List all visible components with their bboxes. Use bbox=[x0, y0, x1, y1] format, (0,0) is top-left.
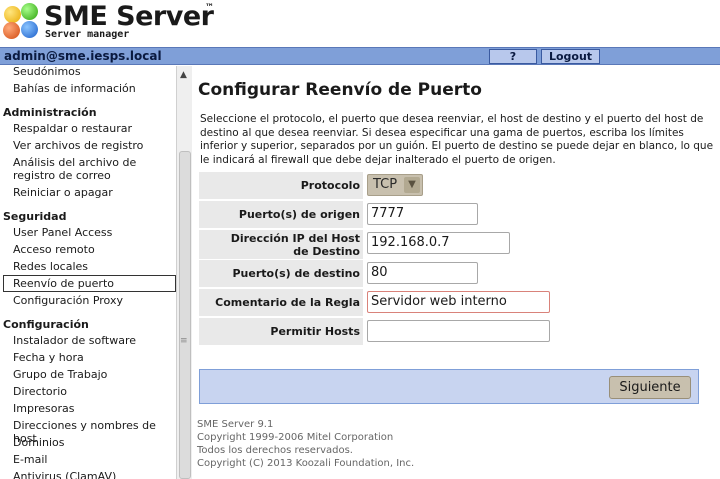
comment-label: Comentario de la Regla bbox=[215, 296, 360, 309]
sidebar-item-reenvio-puerto[interactable]: Reenvío de puerto bbox=[13, 277, 114, 290]
dest-port-label: Puerto(s) de destino bbox=[232, 267, 361, 280]
sidebar-item-dominios[interactable]: Dominios bbox=[13, 436, 64, 449]
allow-hosts-input[interactable] bbox=[367, 320, 550, 342]
source-port-label: Puerto(s) de origen bbox=[238, 208, 360, 221]
next-button[interactable]: Siguiente bbox=[609, 376, 691, 399]
dropdown-arrow-icon: ▼ bbox=[404, 177, 420, 193]
page-footer: SME Server 9.1 Copyright 1999-2006 Mitel… bbox=[197, 418, 414, 470]
sidebar-item-directorio[interactable]: Directorio bbox=[13, 385, 67, 398]
form-row-comment: Comentario de la Regla Servidor web inte… bbox=[199, 289, 712, 316]
sidebar-item-user-panel[interactable]: User Panel Access bbox=[13, 226, 112, 239]
main-content: Configurar Reenvío de Puerto Seleccione … bbox=[192, 66, 720, 479]
scrollbar-thumb[interactable] bbox=[179, 151, 191, 479]
sidebar-item-respaldar[interactable]: Respaldar o restaurar bbox=[13, 122, 132, 135]
dest-ip-label: Dirección IP del Host de Destino bbox=[230, 232, 360, 258]
logo-title: SME Server bbox=[44, 1, 214, 32]
form-row-dest-ip: Dirección IP del Host de Destino 192.168… bbox=[199, 230, 712, 259]
page-description: Seleccione el protocolo, el puerto que d… bbox=[200, 113, 714, 166]
form-row-dest-port: Puerto(s) de destino 80 bbox=[199, 260, 712, 287]
sidebar-item-ver-registros[interactable]: Ver archivos de registro bbox=[13, 139, 143, 152]
sidebar-section-administracion: Administración bbox=[3, 106, 97, 119]
sidebar-item-instalador[interactable]: Instalador de software bbox=[13, 334, 136, 347]
sme-logo-icon bbox=[2, 3, 42, 41]
submit-bar: Siguiente bbox=[199, 369, 699, 404]
scrollbar-grip-icon: ≡ bbox=[180, 336, 188, 346]
logout-button[interactable]: Logout bbox=[541, 49, 600, 64]
protocol-value: TCP bbox=[373, 177, 398, 192]
scroll-up-arrow-icon[interactable]: ▲ bbox=[180, 70, 187, 80]
comment-input[interactable]: Servidor web interno bbox=[367, 291, 550, 313]
source-port-input[interactable]: 7777 bbox=[367, 203, 478, 225]
sidebar-item-impresoras[interactable]: Impresoras bbox=[13, 402, 74, 415]
form-row-protocol: Protocolo TCP ▼ bbox=[199, 172, 712, 199]
form-row-allow-hosts: Permitir Hosts bbox=[199, 318, 712, 345]
sidebar-item-analisis-correo[interactable]: Análisis del archivo de registro de corr… bbox=[13, 156, 173, 182]
footer-copyright-koozali: Copyright (C) 2013 Koozali Foundation, I… bbox=[197, 458, 415, 469]
sidebar-scrollbar[interactable]: ▲ ≡ bbox=[176, 66, 192, 479]
sidebar-item-email[interactable]: E-mail bbox=[13, 453, 48, 466]
protocol-label: Protocolo bbox=[300, 179, 360, 192]
footer-copyright-mitel: Copyright 1999-2006 Mitel Corporation bbox=[197, 432, 394, 443]
sidebar-item-redes-locales[interactable]: Redes locales bbox=[13, 260, 88, 273]
sidebar-item-seudonimos[interactable]: Seudónimos bbox=[13, 66, 81, 78]
footer-rights: Todos los derechos reservados. bbox=[197, 445, 353, 456]
sidebar-item-reiniciar[interactable]: Reiniciar o apagar bbox=[13, 186, 113, 199]
help-button[interactable]: ? bbox=[489, 49, 537, 64]
sidebar-section-configuracion: Configuración bbox=[3, 318, 89, 331]
dest-port-input[interactable]: 80 bbox=[367, 262, 478, 284]
sidebar-item-antivirus[interactable]: Antivirus (ClamAV) bbox=[13, 470, 116, 479]
sidebar-section-seguridad: Seguridad bbox=[3, 210, 67, 223]
logo-subtitle: Server manager bbox=[45, 29, 130, 40]
dest-ip-input[interactable]: 192.168.0.7 bbox=[367, 232, 510, 254]
app-header: SME Server ™ Server manager bbox=[0, 0, 720, 46]
allow-hosts-label: Permitir Hosts bbox=[270, 325, 360, 338]
sidebar-item-bahias[interactable]: Bahías de información bbox=[13, 82, 136, 95]
logo-trademark: ™ bbox=[205, 3, 214, 13]
form-row-source-port: Puerto(s) de origen 7777 bbox=[199, 201, 712, 228]
sidebar-item-grupo-trabajo[interactable]: Grupo de Trabajo bbox=[13, 368, 107, 381]
page-title: Configurar Reenvío de Puerto bbox=[198, 80, 482, 100]
current-user: admin@sme.iesps.local bbox=[4, 49, 162, 63]
sidebar-item-fecha-hora[interactable]: Fecha y hora bbox=[13, 351, 84, 364]
sidebar-item-acceso-remoto[interactable]: Acceso remoto bbox=[13, 243, 95, 256]
sidebar-nav: Seudónimos Bahías de información Adminis… bbox=[0, 66, 176, 479]
footer-version: SME Server 9.1 bbox=[197, 419, 274, 430]
protocol-select[interactable]: TCP ▼ bbox=[367, 174, 423, 196]
sidebar-item-proxy[interactable]: Configuración Proxy bbox=[13, 294, 123, 307]
user-bar: admin@sme.iesps.local ? Logout bbox=[0, 47, 720, 65]
